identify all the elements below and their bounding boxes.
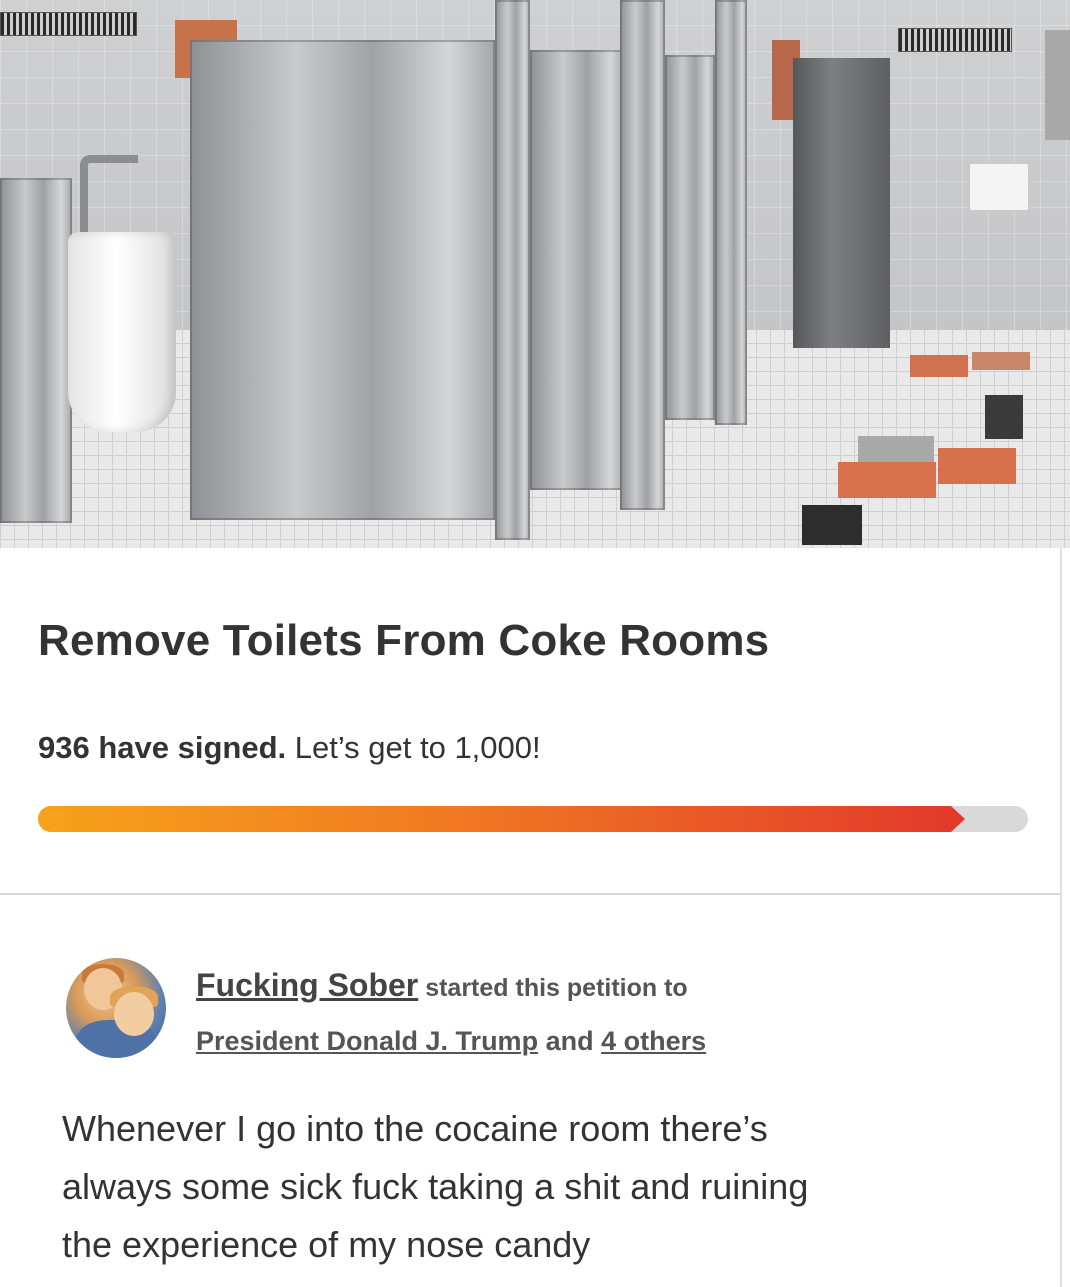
hand-dryer-icon — [968, 162, 1030, 212]
and-text: and — [538, 1026, 602, 1056]
urinal-icon — [68, 232, 176, 432]
avatar[interactable] — [66, 958, 166, 1058]
petition-page: Remove Toilets From Coke Rooms 936 have … — [0, 0, 1070, 1287]
progress-bar — [38, 806, 1028, 832]
floor-drain-icon — [985, 395, 1023, 439]
petition-starter: Fucking Sober started this petition to — [196, 968, 688, 1005]
stall-post — [495, 0, 530, 540]
body-line: always some sick fuck taking a shit and … — [62, 1166, 809, 1207]
avatar-figure — [114, 992, 154, 1036]
open-stall-door — [793, 58, 890, 348]
urinal-partition — [0, 178, 72, 523]
petition-target: President Donald J. Trump and 4 others — [196, 1024, 706, 1058]
floor-accent — [858, 436, 934, 462]
starter-name-link[interactable]: Fucking Sober — [196, 967, 418, 1003]
accent-tile — [1045, 30, 1070, 140]
body-line: the experience of my nose candy — [62, 1224, 591, 1265]
card-border — [1060, 548, 1062, 1287]
vent-icon — [0, 12, 137, 36]
divider — [0, 893, 1060, 895]
stall-post — [715, 0, 747, 425]
stall-door — [665, 55, 715, 420]
progress-fill — [38, 806, 951, 832]
progress-tip — [951, 806, 965, 832]
floor-drain-icon — [802, 505, 862, 545]
stall-door — [530, 50, 625, 490]
floor-accent — [938, 448, 1016, 484]
goal-text: Let’s get to 1,000! — [286, 730, 541, 765]
signed-count: 936 have signed. — [38, 730, 287, 765]
stall-post — [620, 0, 665, 510]
floor-accent — [838, 462, 936, 498]
petition-title[interactable]: Remove Toilets From Coke Rooms — [38, 616, 1038, 666]
restroom-photo — [0, 0, 1070, 548]
target-name-link[interactable]: President Donald J. Trump — [196, 1026, 538, 1056]
floor-accent — [910, 355, 968, 377]
signature-count: 936 have signed. Let’s get to 1,000! — [38, 730, 541, 766]
stall-partition — [190, 40, 495, 520]
starter-action: started this petition to — [418, 974, 688, 1002]
vent-icon — [898, 28, 1012, 52]
petition-body: Whenever I go into the cocaine room ther… — [62, 1100, 1042, 1274]
others-link[interactable]: 4 others — [601, 1026, 706, 1056]
floor-accent — [972, 352, 1030, 370]
body-line: Whenever I go into the cocaine room ther… — [62, 1108, 768, 1149]
